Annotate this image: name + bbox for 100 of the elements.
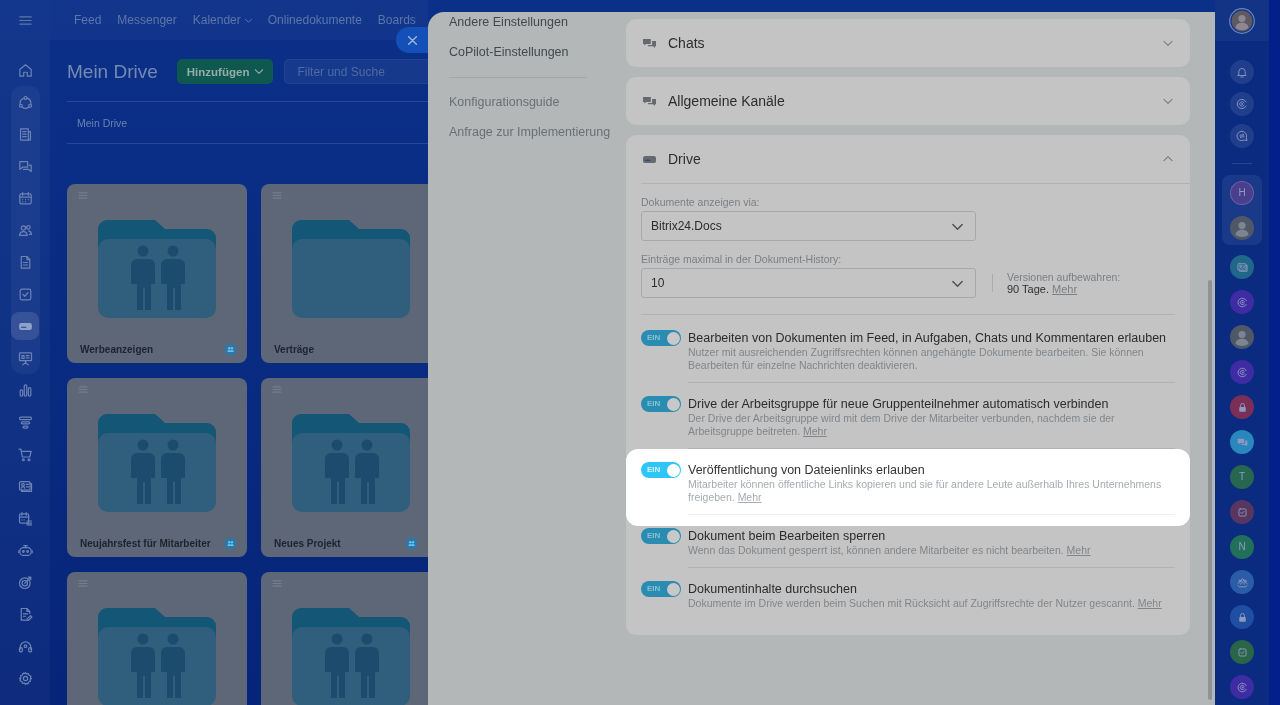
people-group-icon bbox=[1235, 575, 1249, 589]
folder-card[interactable] bbox=[261, 572, 428, 705]
settings-menu-item[interactable]: Andere Einstellungen bbox=[449, 14, 626, 30]
chat-avatar[interactable] bbox=[1230, 360, 1254, 384]
drag-handle-icon bbox=[78, 192, 88, 199]
setting-title: Dokumentinhalte durchsuchen bbox=[688, 581, 858, 597]
chat-avatar[interactable]: H bbox=[1230, 181, 1254, 205]
more-link[interactable]: Mehr bbox=[803, 425, 827, 437]
chat-avatar[interactable] bbox=[1230, 605, 1254, 629]
nav-link[interactable]: Messenger bbox=[117, 13, 177, 27]
chat-avatar[interactable] bbox=[1230, 290, 1254, 314]
folder-card[interactable]: Neues Projekt bbox=[261, 378, 428, 557]
nav-link[interactable]: Boards bbox=[377, 13, 416, 27]
sidebar-button[interactable] bbox=[1230, 92, 1254, 116]
folder-people-icon bbox=[98, 608, 216, 705]
more-link[interactable]: Mehr bbox=[1137, 597, 1162, 609]
close-button[interactable] bbox=[396, 27, 428, 53]
toggle-switch[interactable]: EIN bbox=[641, 462, 681, 478]
toggle-switch[interactable]: EIN bbox=[641, 396, 681, 412]
help-link[interactable]: Anfrage zur Implementierung bbox=[449, 124, 626, 140]
contact-card-icon bbox=[1235, 260, 1249, 274]
swirl-icon bbox=[1235, 295, 1249, 309]
folder-people-icon bbox=[98, 220, 216, 318]
help-link[interactable]: Konfigurationsguide bbox=[449, 94, 626, 110]
drive-icon bbox=[643, 154, 656, 164]
chat-avatar[interactable] bbox=[1230, 430, 1254, 454]
setting-description: Nutzer mit ausreichenden Zugriffsrechten können angehängte Dokumente bearbeiten. Sie können Bearbeiten für einzelne Nachrichten deaktivieren. bbox=[688, 346, 1145, 372]
calendar-icon bbox=[16, 189, 34, 207]
chat-avatar[interactable] bbox=[1230, 640, 1254, 664]
more-link[interactable]: Mehr bbox=[1052, 282, 1078, 295]
checkbox-icon bbox=[1235, 505, 1249, 519]
chat-avatar[interactable]: T bbox=[1230, 465, 1254, 489]
checkbox-icon bbox=[1235, 645, 1249, 659]
dropdown-select[interactable]: 10 bbox=[641, 268, 976, 298]
chat-avatar[interactable]: N bbox=[1230, 535, 1254, 559]
settings-icon bbox=[16, 669, 34, 687]
field-label: Einträge maximal in der Dokument-History: bbox=[641, 253, 843, 266]
note-label: Versionen aufbewahren: bbox=[1007, 270, 1121, 283]
user-avatar[interactable] bbox=[1230, 216, 1254, 240]
drag-handle-icon bbox=[272, 580, 282, 587]
dropdown-select[interactable]: Bitrix24.Docs bbox=[641, 211, 976, 241]
retention-period: 90 Tage. Mehr bbox=[1007, 282, 1079, 296]
close-icon bbox=[407, 35, 417, 45]
user-avatar[interactable] bbox=[1229, 7, 1255, 34]
calendar-list-icon bbox=[16, 509, 34, 527]
field-label: Dokumente anzeigen via: bbox=[641, 196, 761, 209]
chevron-down-icon bbox=[952, 222, 963, 230]
nav-link[interactable]: Onlinedokumente bbox=[267, 13, 362, 27]
drag-handle-icon bbox=[78, 386, 88, 393]
folder-name: Neues Projekt bbox=[274, 537, 341, 549]
setting-title: Drive der Arbeitsgruppe für neue Gruppenteilnehmer automatisch verbinden bbox=[688, 396, 1110, 412]
bell-icon bbox=[1235, 65, 1249, 79]
folder-name: Verträge bbox=[274, 343, 315, 355]
setting-description: Wenn das Dokument gesperrt ist, können andere Mitarbeiter es nicht bearbeiten. Mehr bbox=[688, 544, 1092, 557]
chat-avatar[interactable] bbox=[1230, 255, 1254, 279]
drag-handle-icon bbox=[272, 386, 282, 393]
setting-description: Mitarbeiter können öffentliche Links kopieren und sie für andere Leute außerhalb Ihres Unternehmens freigeben. Mehr bbox=[688, 478, 1163, 504]
section-header[interactable]: Chats bbox=[626, 19, 1190, 67]
folder-people-icon bbox=[98, 414, 216, 512]
folder-card[interactable]: Neujahrsfest für Mitarbeiter bbox=[67, 378, 247, 557]
toggle-switch[interactable]: EIN bbox=[641, 528, 681, 544]
breadcrumb[interactable]: Mein Drive bbox=[77, 116, 128, 129]
sidebar-button[interactable] bbox=[1230, 60, 1254, 84]
add-button[interactable]: Hinzufügen bbox=[176, 59, 274, 84]
folder-card[interactable]: Verträge bbox=[261, 184, 428, 363]
folder-card[interactable] bbox=[67, 572, 247, 705]
home-icon bbox=[16, 61, 34, 79]
section-header[interactable]: Drive bbox=[641, 135, 1190, 184]
nav-link[interactable]: Kalender bbox=[192, 13, 252, 27]
more-link[interactable]: Mehr bbox=[1066, 544, 1091, 556]
setting-title: Veröffentlichung von Dateienlinks erlauben bbox=[688, 462, 926, 478]
folder-icon bbox=[292, 220, 410, 318]
sidebar-button[interactable] bbox=[11, 312, 39, 340]
folder-people-icon bbox=[292, 414, 410, 512]
swirl-icon bbox=[1235, 97, 1249, 111]
connected-circles-icon bbox=[16, 93, 34, 111]
chat-arrows-icon bbox=[1235, 129, 1249, 143]
toggle-switch[interactable]: EIN bbox=[641, 581, 681, 597]
sidebar-button[interactable] bbox=[1230, 124, 1254, 148]
more-link[interactable]: Mehr bbox=[737, 491, 762, 503]
chat-avatar[interactable] bbox=[1230, 675, 1254, 699]
chat-avatar[interactable] bbox=[1230, 570, 1254, 594]
chat-avatar[interactable] bbox=[1230, 395, 1254, 419]
settings-menu-item[interactable]: CoPilot-Einstellungen bbox=[449, 44, 626, 60]
chat-bubbles-icon bbox=[643, 96, 656, 106]
chat-avatar[interactable] bbox=[1230, 500, 1254, 524]
nav-link[interactable]: Feed bbox=[74, 13, 102, 27]
section-header[interactable]: Allgemeine Kanäle bbox=[626, 77, 1190, 125]
chat-bubbles-icon bbox=[643, 38, 656, 48]
user-avatar[interactable] bbox=[1230, 325, 1254, 349]
scrollbar-thumb[interactable] bbox=[1208, 280, 1212, 700]
toggle-switch[interactable]: EIN bbox=[641, 330, 681, 346]
drag-handle-icon bbox=[78, 580, 88, 587]
setting-description: Der Drive der Arbeitsgruppe wird mit dem Drive der Mitarbeiter verbunden, nachdem sie der Arbeitsgruppe beitreten. Mehr bbox=[688, 412, 1116, 438]
caret-icon bbox=[255, 69, 264, 74]
folder-card[interactable]: Werbeanzeigen bbox=[67, 184, 247, 363]
setting-description: Dokumente im Drive werden beim Suchen mit Rücksicht auf Zugriffsrechte der Nutzer gescannt. Mehr bbox=[688, 597, 1163, 610]
setting-title: Dokument beim Bearbeiten sperren bbox=[688, 528, 887, 544]
setting-title: Bearbeiten von Dokumenten im Feed, in Aufgaben, Chats und Kommentaren erlauben bbox=[688, 330, 1168, 346]
page-title: Mein Drive bbox=[67, 60, 158, 84]
